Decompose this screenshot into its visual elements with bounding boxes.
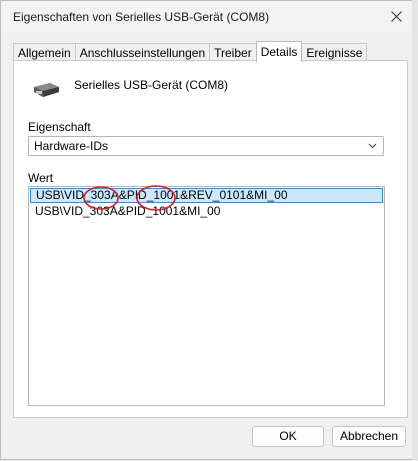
value-label: Wert [28,171,54,185]
tab-anschlusseinstellungen[interactable]: Anschlusseinstellungen [74,43,211,61]
close-icon[interactable] [381,3,411,29]
window-title: Eigenschaften von Serielles USB-Gerät (C… [13,10,270,24]
title-bar: Eigenschaften von Serielles USB-Gerät (C… [1,1,417,33]
details-panel: Serielles USB-Gerät (COM8) Eigenschaft H… [13,60,408,418]
tab-ereignisse[interactable]: Ereignisse [301,43,368,61]
properties-dialog: Eigenschaften von Serielles USB-Gerät (C… [0,0,418,460]
tab-strip: Allgemein Anschlusseinstellungen Treiber… [13,41,368,62]
property-select[interactable]: Hardware-IDs [28,136,384,156]
usb-serial-device-icon [34,83,59,97]
value-listbox[interactable]: USB\VID_303A&PID_1001&REV_0101&MI_00 USB… [28,186,385,406]
chevron-down-icon [368,143,377,149]
list-item[interactable]: USB\VID_303A&PID_1001&MI_00 [30,204,383,219]
window-edge [412,0,418,460]
tab-treiber[interactable]: Treiber [209,43,257,61]
cancel-button[interactable]: Abbrechen [332,426,406,447]
tab-allgemein[interactable]: Allgemein [13,43,76,61]
list-item[interactable]: USB\VID_303A&PID_1001&REV_0101&MI_00 [30,188,383,203]
tab-details[interactable]: Details [255,41,303,62]
device-name: Serielles USB-Gerät (COM8) [74,78,229,92]
property-label: Eigenschaft [28,120,91,134]
property-select-value: Hardware-IDs [34,139,109,153]
ok-button[interactable]: OK [252,426,324,447]
